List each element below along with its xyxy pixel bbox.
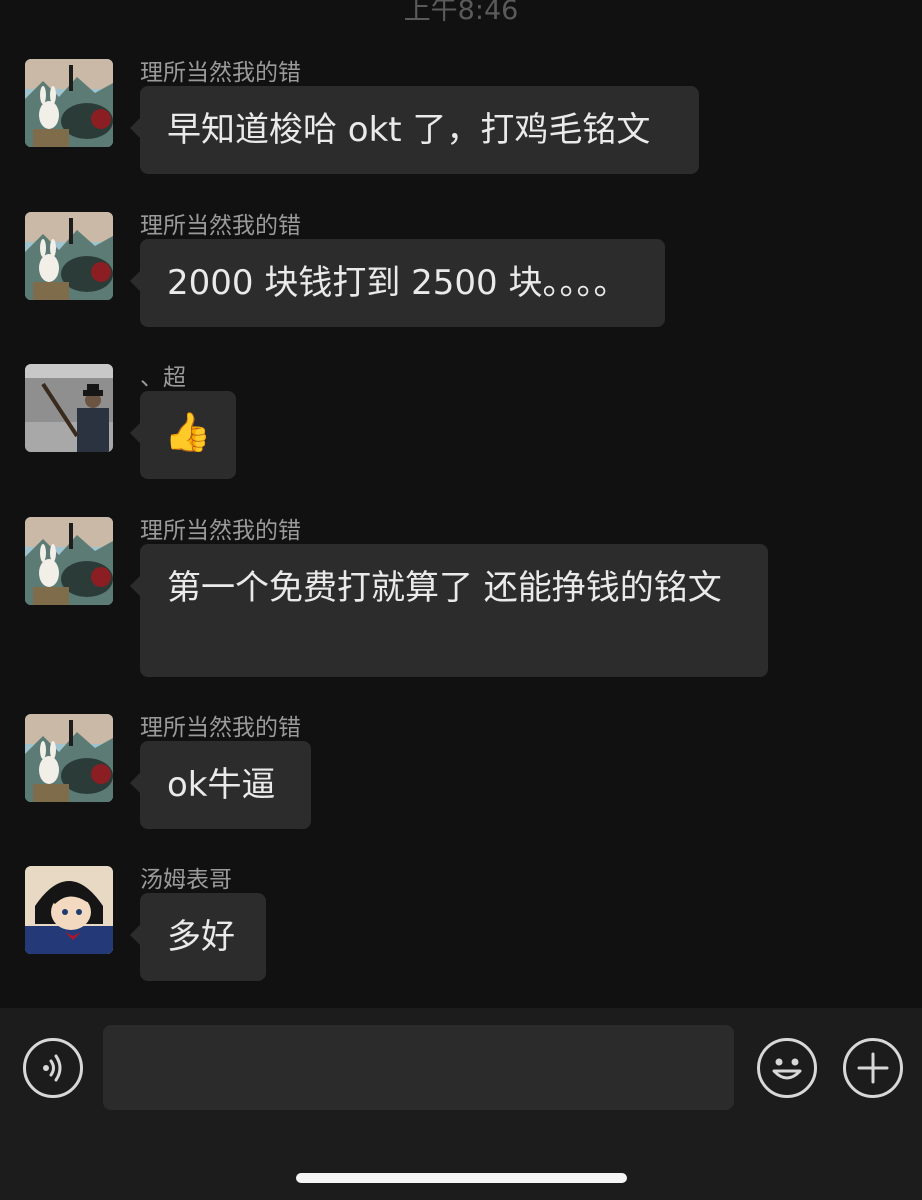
- home-indicator[interactable]: [296, 1173, 627, 1183]
- avatar[interactable]: [25, 517, 113, 605]
- avatar[interactable]: [25, 212, 113, 300]
- plus-button[interactable]: [843, 1038, 903, 1098]
- emoji-icon: [772, 1058, 802, 1080]
- voice-icon: [43, 1054, 62, 1082]
- sender-name: 理所当然我的错: [140, 213, 301, 239]
- chat-area[interactable]: 理所当然我的错 早知道梭哈 okt 了，打鸡毛铭文 理所当然我的错 2000 块…: [0, 0, 922, 1008]
- message-bubble[interactable]: 👍: [130, 391, 236, 479]
- sender-name: 理所当然我的错: [140, 518, 301, 544]
- plus-icon: [857, 1052, 889, 1084]
- message-input[interactable]: [103, 1025, 734, 1110]
- sender-name: 、超: [140, 365, 186, 391]
- sender-name: 理所当然我的错: [140, 60, 301, 86]
- input-bar: [0, 1008, 922, 1200]
- message-bubble[interactable]: 2000 块钱打到 2500 块。。。。: [130, 239, 665, 327]
- message-bubble[interactable]: 早知道梭哈 okt 了，打鸡毛铭文: [130, 86, 699, 174]
- sender-name: 汤姆表哥: [140, 867, 232, 893]
- message-bubble[interactable]: 第一个免费打就算了 还能挣钱的铭文: [130, 544, 768, 677]
- sender-name: 理所当然我的错: [140, 715, 301, 741]
- avatar[interactable]: [25, 714, 113, 802]
- voice-button[interactable]: [23, 1038, 83, 1098]
- avatar[interactable]: [25, 866, 113, 954]
- message-bubble[interactable]: 多好: [130, 893, 266, 981]
- avatar[interactable]: [25, 364, 113, 452]
- emoji-button[interactable]: [757, 1038, 817, 1098]
- avatar[interactable]: [25, 59, 113, 147]
- message-bubble[interactable]: ok牛逼: [130, 741, 311, 829]
